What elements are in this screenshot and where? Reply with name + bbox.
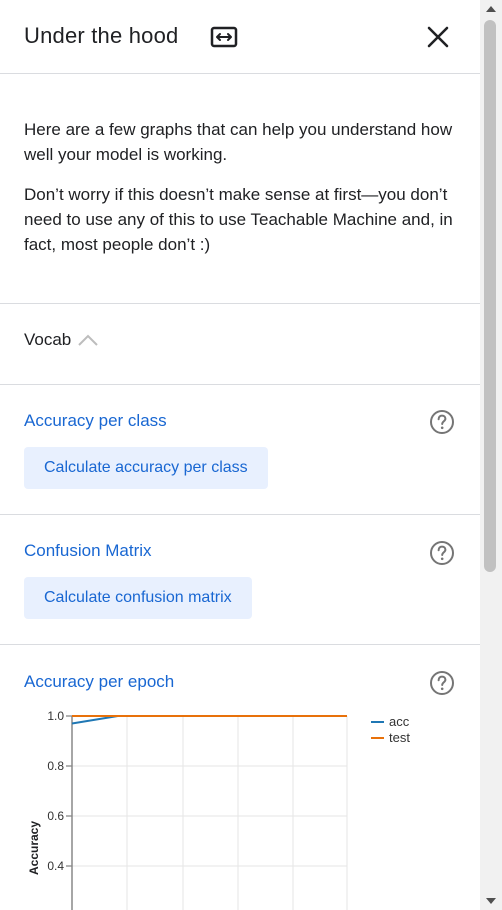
help-circle-icon[interactable] [429,540,455,566]
intro-paragraph-2: Don’t worry if this doesn’t make sense a… [24,185,453,254]
y-tick-label: 1.0 [47,709,64,723]
y-tick-label: 0.6 [47,809,64,823]
scrollbar-thumb[interactable] [484,20,496,572]
y-tick-label: 0.4 [47,859,64,873]
panel-header: Under the hood [0,0,480,74]
vocab-toggle[interactable]: Vocab [24,330,99,350]
chevron-up-icon [78,334,98,346]
accuracy-chart-svg: 1.0 0.8 0.6 0.4 Accuracy acctest [27,709,410,910]
scroll-down-arrow-icon[interactable] [485,896,497,906]
confusion-matrix-title: Confusion Matrix [24,541,152,560]
help-circle-icon[interactable] [429,409,455,435]
accuracy-per-epoch-chart: 1.0 0.8 0.6 0.4 Accuracy acc test [0,700,480,910]
intro-text: Here are a few graphs that can help you … [24,117,464,272]
panel-title: Under the hood [24,23,179,48]
close-icon[interactable] [424,23,452,51]
under-the-hood-panel: Under the hood Here are a few graphs tha… [0,0,480,910]
legend-label-test: test [389,730,410,745]
calculate-accuracy-per-class-button[interactable]: Calculate accuracy per class [24,447,268,489]
help-circle-icon[interactable] [429,670,455,696]
divider [0,644,480,645]
calculate-confusion-matrix-button[interactable]: Calculate confusion matrix [24,577,252,619]
accuracy-per-class-title: Accuracy per class [24,411,167,430]
legend-label-acc: acc [389,714,410,729]
divider [0,303,480,304]
scroll-up-arrow-icon[interactable] [485,4,497,14]
accuracy-per-epoch-title: Accuracy per epoch [24,672,175,691]
y-tick-label: 0.8 [47,759,64,773]
y-axis-label: Accuracy [27,821,41,875]
intro-paragraph-1: Here are a few graphs that can help you … [24,120,453,164]
expand-horizontal-icon[interactable] [210,26,238,48]
divider [0,384,480,385]
series-line-acc [71,715,347,725]
vocab-label: Vocab [24,330,72,349]
divider [0,514,480,515]
